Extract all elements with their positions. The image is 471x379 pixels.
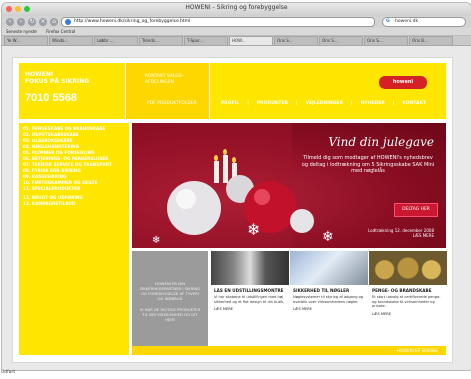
- menu-item[interactable]: 11. SPECIALPRODUKTER: [23, 186, 129, 192]
- nav-vejledninger[interactable]: VEJLEDNINGER: [306, 101, 343, 109]
- promo-intro-text: HOWENI ER DIN SIKKERHEDSPARTNER I SIKRIN…: [139, 281, 201, 301]
- banner-text: Tilmeld dig som modtager af HOWENI's nyh…: [301, 155, 435, 174]
- svg-text:❄: ❄: [247, 220, 260, 239]
- home-icon[interactable]: ⌂: [50, 18, 58, 26]
- promo-card-title: LÅS EN UDSTILLINGSMONTRE: [214, 288, 284, 293]
- browser-tab[interactable]: Oris S...: [319, 36, 363, 45]
- promo-card-keys[interactable]: SIKKERHED TIL NØGLER Nøglesystemer til s…: [290, 251, 368, 346]
- browser-tab[interactable]: Ye W...: [4, 36, 48, 45]
- page-viewport: HOWENI FOKUS PÅ SIKRING 7010 5568 KONTAK…: [2, 46, 471, 370]
- read-more-link[interactable]: LÆS MERE: [214, 307, 286, 311]
- browser-window: HOWENI - Sikring og forebyggelse ‹ › ↻ ×…: [1, 2, 471, 371]
- nav-nyheder[interactable]: NYHEDER: [361, 101, 385, 109]
- bookmark-item[interactable]: Seneste nyeste: [6, 29, 37, 34]
- read-more-link[interactable]: LÆS MERE: [293, 307, 365, 311]
- header-divider: [125, 63, 126, 119]
- tab-strip: Ye W... Windo... Løbbr ... Trends... T-S…: [2, 36, 471, 46]
- google-search-icon: G: [386, 19, 390, 24]
- browser-tab[interactable]: Løbbr ...: [94, 36, 138, 45]
- promo-card-title: SIKKERHED TIL NØGLER: [293, 288, 350, 293]
- reload-icon[interactable]: ↻: [28, 18, 36, 26]
- promo-footer-bar: HOWENI ER SIKRING: [132, 346, 446, 355]
- header-divider: [209, 63, 210, 119]
- browser-tab[interactable]: Oris S...: [364, 36, 408, 45]
- back-icon[interactable]: ‹: [6, 18, 14, 26]
- status-bar: Udført: [1, 370, 16, 375]
- banner-footnote: Lodtrækning 12. december 2008 LÆS MERE: [368, 228, 434, 238]
- address-text: http://www.howeni.dk/sikring_og_forebygg…: [74, 19, 191, 24]
- promo-card-title: PENGE- OG BRANDSKABE: [372, 288, 432, 293]
- pdf-folder-link[interactable]: PDF PRODUKTFOLDER: [147, 101, 197, 106]
- keys-image: [290, 251, 368, 285]
- web-page: HOWENI FOKUS PÅ SIKRING 7010 5568 KONTAK…: [12, 57, 453, 363]
- banner-title: Vind din julegave: [328, 135, 434, 149]
- brand-badge[interactable]: howeni: [379, 76, 427, 89]
- christmas-banner[interactable]: ❄ ❄ ❄ Vind din julegave Tilmeld dig som …: [132, 123, 446, 248]
- main-nav: PROFIL | PRODUKTER | VEJLEDNINGER | NYHEDER…: [221, 101, 426, 109]
- window-title: HOWENI - Sikring og forebyggelse: [185, 4, 288, 11]
- browser-toolbar: ‹ › ↻ × ⌂ http://www.howeni.dk/sikring_o…: [2, 16, 471, 28]
- browser-tab[interactable]: Trends...: [139, 36, 183, 45]
- nav-kontakt[interactable]: KONTAKT: [402, 101, 426, 109]
- favicon-icon: [65, 19, 71, 25]
- promo-card-text: Nøglesystemer til styring af adgang og o…: [293, 295, 364, 304]
- nav-profil[interactable]: PROFIL: [221, 101, 239, 109]
- site-header: HOWENI FOKUS PÅ SIKRING 7010 5568 KONTAK…: [19, 63, 446, 119]
- menu-item[interactable]: 13. KAMPAGNETILBUD: [23, 201, 129, 207]
- title-bar: HOWENI - Sikring og forebyggelse: [2, 3, 471, 16]
- browser-tab[interactable]: Windo...: [49, 36, 93, 45]
- deltag-her-button[interactable]: DELTAG HER: [394, 203, 438, 217]
- header-stripe: [125, 63, 209, 119]
- promo-intro-text: VI HAR DE RIGTIGE PRODUKTER TIL DIN VIRK…: [139, 307, 201, 322]
- svg-text:❄: ❄: [322, 229, 334, 245]
- banner-read-more[interactable]: LÆS MERE: [368, 233, 434, 238]
- search-text: howeni.dk: [395, 19, 419, 24]
- bookmarks-bar: Seneste nyeste Firefox Central: [2, 28, 471, 36]
- site-logo[interactable]: HOWENI FOKUS PÅ SIKRING: [25, 71, 89, 85]
- coins-image: [369, 251, 447, 285]
- browser-tab[interactable]: T-Spor...: [184, 36, 228, 45]
- showcase-image: [211, 251, 289, 285]
- search-field[interactable]: G howeni.dk: [382, 17, 466, 27]
- footer-link[interactable]: HOWENI ER SIKRING: [397, 348, 438, 353]
- browser-tab[interactable]: Oris B...: [409, 36, 453, 45]
- forward-icon[interactable]: ›: [17, 18, 25, 26]
- bookmark-item[interactable]: Firefox Central: [46, 29, 75, 34]
- browser-tab-active[interactable]: HOW...: [229, 36, 273, 45]
- logo-tagline: FOKUS PÅ SIKRING: [25, 78, 90, 85]
- kontakt-salgs-link[interactable]: KONTAKT SALGS- AFDELINGEN: [145, 74, 183, 86]
- stop-icon[interactable]: ×: [39, 18, 47, 26]
- kontakt-line2: AFDELINGEN: [145, 80, 174, 85]
- svg-text:❄: ❄: [152, 235, 160, 246]
- browser-tab[interactable]: Oris S...: [274, 36, 318, 45]
- promo-card-safes[interactable]: PENGE- OG BRANDSKABE Et stort udvalg af …: [369, 251, 447, 346]
- product-menu: 01. PENGESKABE OG BRANDSKABE 02. DEPOTSK…: [19, 123, 129, 207]
- address-bar[interactable]: http://www.howeni.dk/sikring_og_forebygg…: [61, 17, 375, 27]
- promo-card-text: Vi har skabene til udstillingen med høj …: [214, 295, 285, 304]
- read-more-link[interactable]: LÆS MERE: [372, 312, 444, 316]
- logo-name: HOWENI: [25, 71, 54, 78]
- phone-number: 7010 5568: [25, 92, 77, 104]
- promo-card-text: Et stort udvalg af certificerede penge- …: [372, 295, 441, 309]
- promo-card-montre[interactable]: LÅS EN UDSTILLINGSMONTRE Vi har skabene …: [211, 251, 289, 346]
- product-sidebar: 01. PENGESKABE OG BRANDSKABE 02. DEPOTSK…: [19, 123, 129, 355]
- nav-produkter[interactable]: PRODUKTER: [257, 101, 288, 109]
- promo-intro: HOWENI ER DIN SIKKERHEDSPARTNER I SIKRIN…: [132, 251, 208, 346]
- promo-section: HOWENI ER DIN SIKKERHEDSPARTNER I SIKRIN…: [132, 251, 447, 355]
